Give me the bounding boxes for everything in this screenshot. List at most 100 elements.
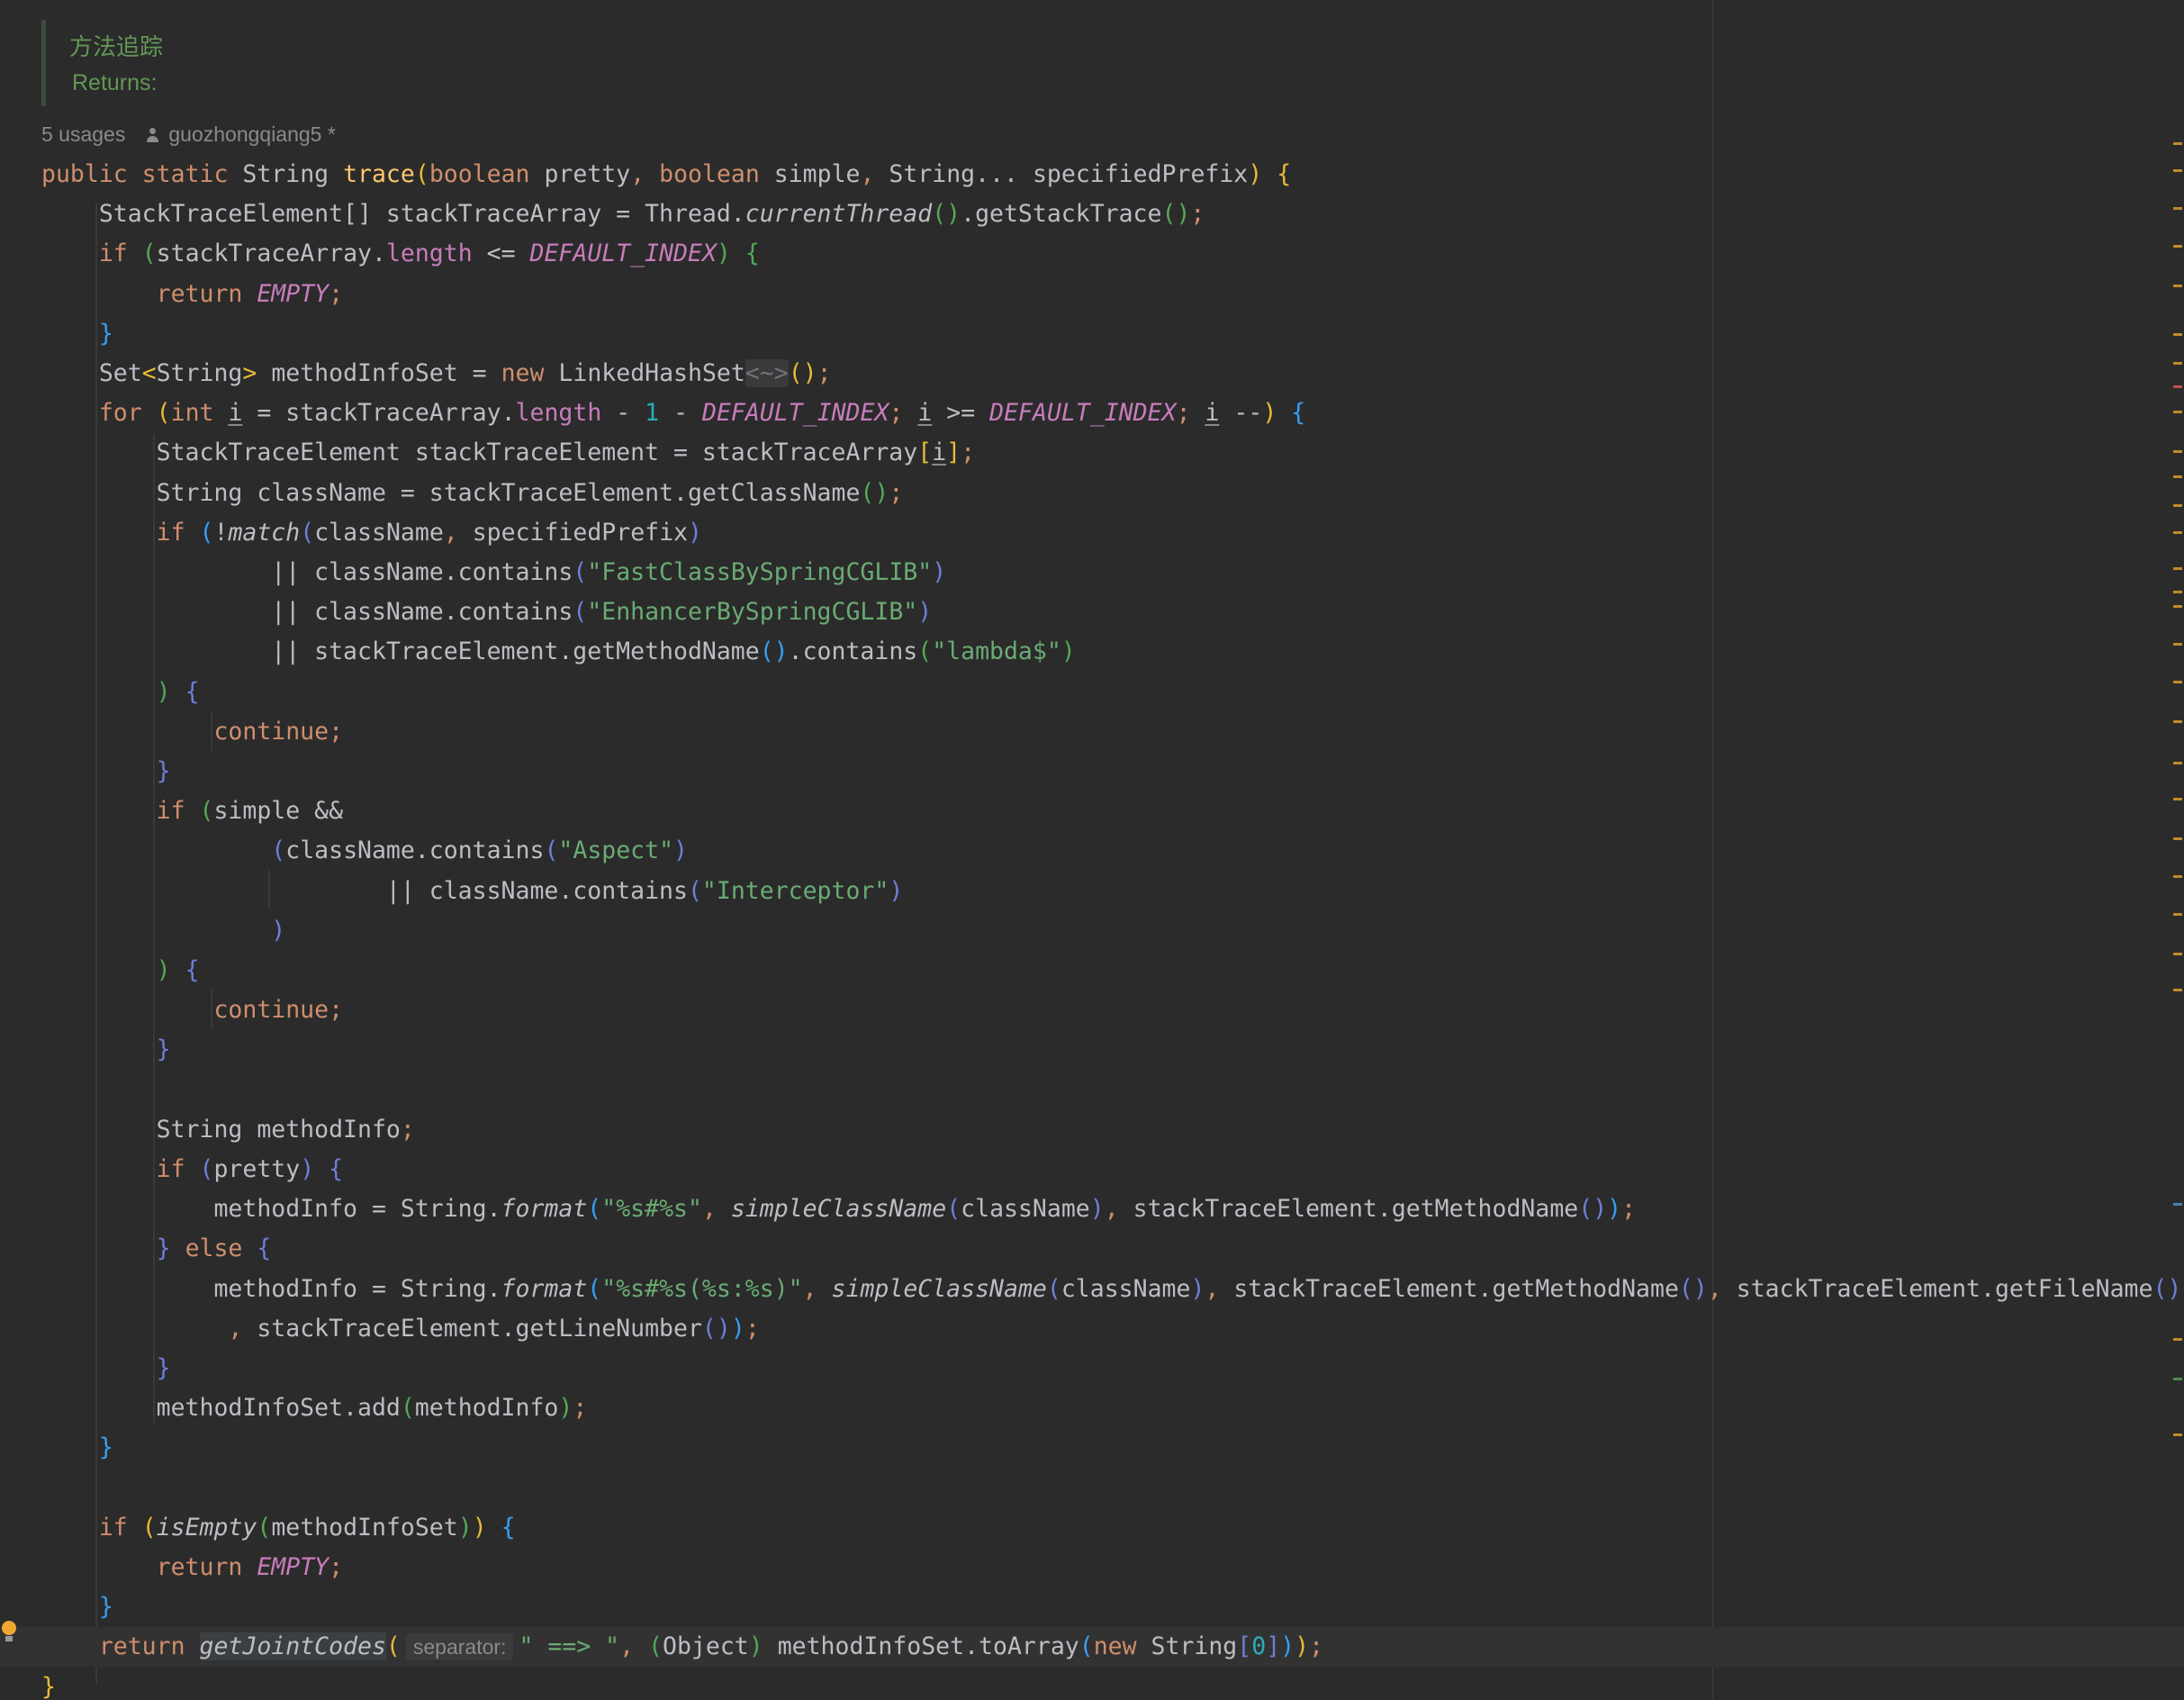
code-line[interactable]: if (isEmpty(methodInfoSet)) { [41, 1508, 516, 1548]
code-token: - [601, 399, 645, 428]
error-stripe-mark[interactable] [2173, 798, 2182, 800]
code-line[interactable]: ) [41, 911, 285, 951]
code-line[interactable]: if (simple && [41, 791, 343, 831]
code-line[interactable]: return getJointCodes(separator: " ==> ", … [0, 1627, 2184, 1668]
code-line[interactable]: StackTraceElement[] stackTraceArray = Th… [41, 194, 1205, 234]
code-token: ; [889, 478, 904, 507]
error-stripe-mark[interactable] [2173, 504, 2182, 507]
code-token: ) [558, 1394, 573, 1423]
code-token: ) [156, 677, 171, 706]
code-token: () [701, 1314, 731, 1343]
code-line[interactable]: ) { [41, 951, 200, 990]
code-line[interactable]: String className = stackTraceElement.get… [41, 474, 904, 513]
code-line[interactable]: continue; [41, 712, 343, 752]
code-line[interactable]: , stackTraceElement.getLineNumber()); [41, 1309, 759, 1349]
code-token: >= [932, 399, 990, 428]
code-line[interactable]: } else { [41, 1229, 272, 1269]
code-line[interactable]: || className.contains("EnhancerBySpringC… [41, 592, 932, 632]
error-stripe-mark[interactable] [2173, 720, 2182, 723]
error-stripe-mark[interactable] [2173, 475, 2182, 478]
code-token: className [1060, 1274, 1191, 1303]
error-stripe-mark[interactable] [2173, 989, 2182, 991]
code-line[interactable]: for (int i = stackTraceArray.length - 1 … [41, 393, 1305, 433]
code-line[interactable]: } [41, 1030, 171, 1070]
code-line[interactable]: continue; [41, 990, 343, 1030]
code-token: format [501, 1195, 588, 1224]
code-line[interactable]: return EMPTY; [41, 275, 343, 314]
code-line[interactable]: } [41, 1587, 113, 1627]
code-token: int [170, 399, 229, 428]
code-token: } [156, 1035, 171, 1064]
error-stripe-mark[interactable] [2173, 333, 2182, 336]
error-stripe-mark[interactable] [2173, 875, 2182, 878]
code-line[interactable]: if (stackTraceArray.length <= DEFAULT_IN… [41, 234, 760, 274]
error-stripe-mark[interactable] [2173, 567, 2182, 570]
error-stripe-mark[interactable] [2173, 450, 2182, 453]
code-line[interactable]: if (pretty) { [41, 1150, 343, 1189]
code-line[interactable]: || stackTraceElement.getMethodName().con… [41, 632, 1076, 672]
error-stripe-mark[interactable] [2173, 362, 2182, 365]
error-stripe-mark[interactable] [2173, 1378, 2182, 1380]
code-line[interactable]: Set<String> methodInfoSet = new LinkedHa… [41, 354, 832, 393]
code-token: pretty [544, 160, 631, 188]
usages-link[interactable]: 5 usages [41, 122, 125, 147]
author-inlay[interactable]: guozhongqiang5 * [145, 122, 336, 147]
error-stripe-mark[interactable] [2173, 1433, 2182, 1436]
error-stripe-mark[interactable] [2173, 913, 2182, 916]
code-token: className [961, 1195, 1090, 1224]
code-token: { [257, 1234, 272, 1263]
error-stripe-mark[interactable] [2173, 207, 2182, 210]
error-stripe-mark[interactable] [2173, 411, 2182, 413]
error-stripe-mark[interactable] [2173, 385, 2182, 388]
code-token: pretty [213, 1155, 301, 1183]
code-line[interactable]: || className.contains("FastClassBySpring… [41, 553, 946, 592]
code-token: .getStackTrace [961, 200, 1162, 229]
code-line[interactable]: String methodInfo; [41, 1110, 415, 1150]
code-token: ) [457, 1513, 473, 1542]
error-stripe-mark[interactable] [2173, 837, 2182, 840]
code-token: } [156, 1234, 171, 1263]
error-stripe-mark[interactable] [2173, 245, 2182, 248]
code-line[interactable]: if (!match(className, specifiedPrefix) [41, 513, 702, 553]
code-line[interactable]: methodInfo = String.format("%s#%s(%s:%s)… [41, 1270, 2181, 1309]
error-stripe-mark[interactable] [2173, 953, 2182, 955]
code-line[interactable]: } [41, 1428, 113, 1468]
code-token: ) [716, 240, 731, 268]
code-line[interactable]: methodInfo = String.format("%s#%s", simp… [41, 1189, 1636, 1229]
code-token: , [630, 160, 660, 188]
error-stripe-mark[interactable] [2173, 142, 2182, 145]
code-token: , [1104, 1195, 1133, 1224]
error-stripe-mark[interactable] [2173, 285, 2182, 287]
code-line[interactable]: } [41, 1668, 56, 1700]
code-line[interactable]: } [41, 1349, 171, 1388]
code-token: <= [472, 240, 530, 268]
code-line[interactable]: StackTraceElement stackTraceElement = st… [41, 433, 975, 473]
code-line[interactable]: || className.contains("Interceptor") [41, 872, 903, 911]
code-line[interactable]: public static String trace(boolean prett… [41, 155, 1291, 194]
code-token: ( [573, 598, 588, 627]
error-stripe-mark[interactable] [2173, 1338, 2182, 1341]
error-stripe-mark[interactable] [2173, 605, 2182, 608]
error-stripe-mark[interactable] [2173, 762, 2182, 764]
code-line[interactable]: } [41, 314, 113, 354]
code-token: ( [587, 1195, 602, 1224]
error-stripe-mark[interactable] [2173, 643, 2182, 646]
error-stripe-mark[interactable] [2173, 1203, 2182, 1206]
intention-bulb-icon[interactable] [0, 1621, 18, 1644]
code-line[interactable]: return EMPTY; [41, 1548, 343, 1587]
code-line[interactable]: ) { [41, 673, 200, 712]
error-stripe-mark[interactable] [2173, 681, 2182, 683]
code-line[interactable]: (className.contains("Aspect") [41, 831, 688, 871]
code-editor[interactable]: 方法追踪 Returns: 5 usages guozhongqiang5 * … [0, 0, 2184, 1700]
error-stripe-mark[interactable] [2173, 531, 2182, 534]
code-token: ) [730, 1314, 745, 1343]
error-stripe-mark[interactable] [2173, 591, 2182, 593]
parameter-name-hint: separator: [405, 1633, 514, 1661]
error-stripe-mark[interactable] [2173, 169, 2182, 172]
code-line[interactable]: methodInfoSet.add(methodInfo); [41, 1388, 588, 1428]
code-line[interactable]: } [41, 752, 171, 791]
